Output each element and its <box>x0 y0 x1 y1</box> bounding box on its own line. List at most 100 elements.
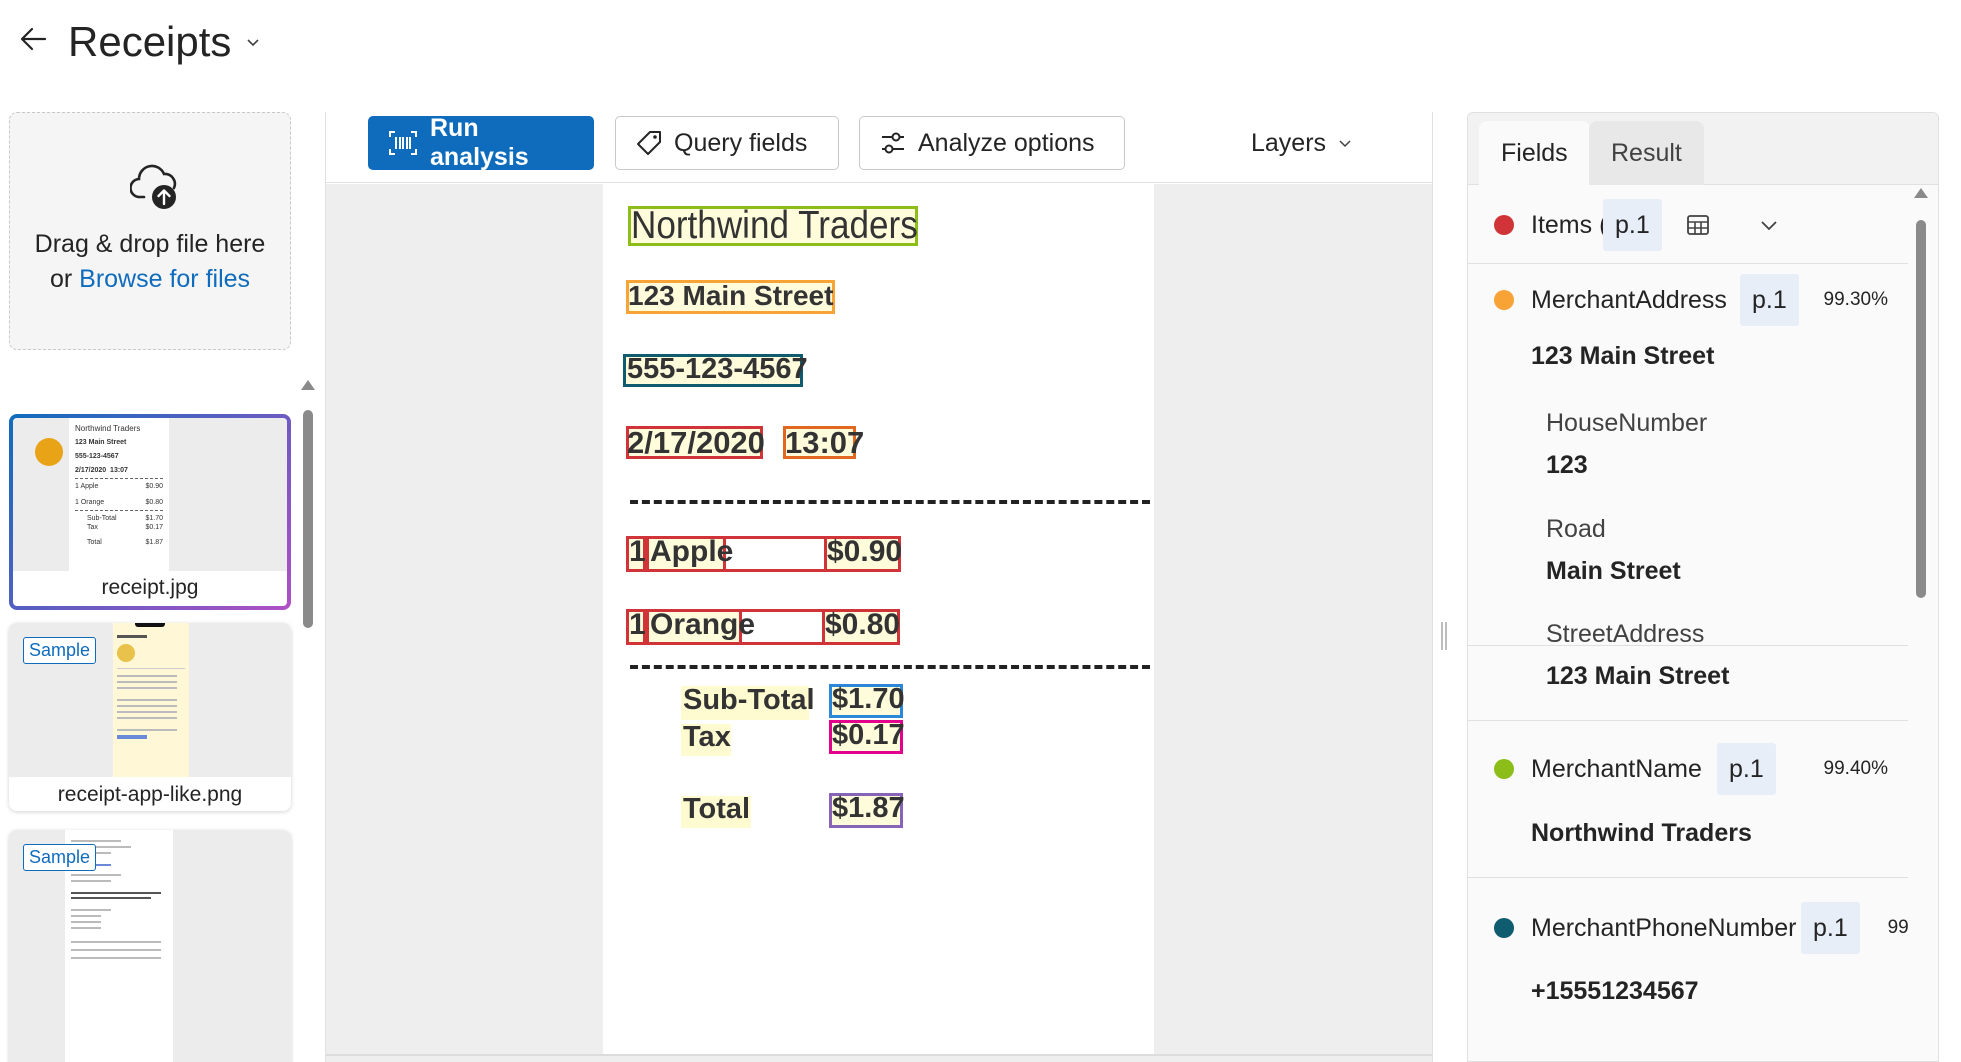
mini-line <box>117 729 177 731</box>
field-header: Items (2) p.1 <box>1468 195 1908 255</box>
mini-line <box>71 915 101 917</box>
page-badge[interactable]: p.1 <box>1717 743 1776 795</box>
fields-list: Items (2) p.1 MerchantAddress p.1 99.30%… <box>1468 186 1908 1061</box>
page-title[interactable]: Receipts <box>68 18 261 66</box>
run-analysis-button[interactable]: Run analysis <box>368 114 594 171</box>
file-list-scrollbar[interactable] <box>301 380 315 1062</box>
field-header: MerchantAddress p.1 99.30% <box>1468 270 1908 330</box>
mini-item-name: 1 Apple <box>75 483 99 490</box>
field-color-dot <box>1494 215 1514 235</box>
chevron-down-icon <box>1339 140 1351 148</box>
tab-fields[interactable]: Fields <box>1479 121 1590 185</box>
chevron-down-icon[interactable] <box>1759 215 1779 235</box>
scroll-up-icon[interactable] <box>301 380 315 390</box>
subfield-value: Main Street <box>1546 557 1681 585</box>
mini-total: $1.87 <box>145 539 163 546</box>
document-viewer-panel: Run analysis Query fields Analyze option… <box>325 112 1433 1062</box>
mini-phone: 555-123-4567 <box>75 453 119 460</box>
mini-line <box>71 874 121 876</box>
mini-tax: $0.17 <box>145 524 163 531</box>
page-badge[interactable]: p.1 <box>1603 199 1662 251</box>
fields-scrollbar[interactable] <box>1913 188 1929 1048</box>
mini-line <box>71 892 161 894</box>
doc-phone: 555-123-4567 <box>627 353 808 385</box>
document-canvas[interactable]: Northwind Traders 123 Main Street 555-12… <box>326 184 1432 1062</box>
scroll-up-icon[interactable] <box>1914 188 1928 198</box>
mini-date: 2/17/2020 <box>75 467 107 474</box>
mini-subtotal-row: Sub-Total $1.70 <box>75 514 163 523</box>
toolbar: Run analysis Query fields Analyze option… <box>326 112 1432 183</box>
page-title-text: Receipts <box>68 18 232 65</box>
mini-line <box>117 675 177 677</box>
mini-line <box>71 949 161 951</box>
doc-item-qty: 1 <box>629 535 646 568</box>
mini-line <box>117 687 177 689</box>
field-merchant-address[interactable]: MerchantAddress p.1 99.30% 123 Main Stre… <box>1468 265 1908 648</box>
confidence-score: 99.40% <box>1823 758 1888 779</box>
page-header: Receipts <box>0 0 1961 88</box>
receipt-divider <box>630 665 1150 669</box>
file-thumbnail-receipt[interactable]: Northwind Traders 123 Main Street 555-12… <box>9 414 291 610</box>
doc-merchant-name: Northwind Traders <box>631 204 918 247</box>
doc-item-name: Apple <box>650 535 734 568</box>
field-merchant-phone[interactable]: MerchantPhoneNumber p.1 99. +15551234567 <box>1468 878 1908 1061</box>
sample-badge: Sample <box>23 637 97 664</box>
mini-receipt: Northwind Traders 123 Main Street 555-12… <box>69 418 169 571</box>
results-tabs: Fields Result <box>1468 113 1938 185</box>
analyze-options-label: Analyze options <box>918 128 1095 157</box>
field-value: 123 Main Street <box>1531 342 1715 370</box>
run-analysis-label: Run analysis <box>430 114 529 171</box>
layers-dropdown[interactable]: Layers <box>1231 116 1371 170</box>
subfield-label: HouseNumber <box>1546 409 1708 437</box>
back-arrow-icon[interactable] <box>18 24 48 54</box>
layers-label: Layers <box>1251 128 1327 157</box>
panel-resize-handle[interactable] <box>1441 622 1447 650</box>
page-badge[interactable]: p.1 <box>1740 274 1799 326</box>
subfield-label: Road <box>1546 515 1606 543</box>
file-thumbnail-receipt-app[interactable]: Sample receipt-app-like.png <box>9 623 291 811</box>
field-merchant-name[interactable]: MerchantName p.1 99.40% Northwind Trader… <box>1468 721 1908 878</box>
mini-logo <box>117 644 135 662</box>
viewer-bottom-border <box>326 1054 1432 1056</box>
mini-total-row: Total $1.87 <box>75 538 163 547</box>
browse-line: or Browse for files <box>10 262 290 297</box>
mini-app-receipt <box>113 623 189 777</box>
page-badge[interactable]: p.1 <box>1801 902 1860 954</box>
barcode-scan-icon <box>389 131 417 155</box>
doc-total: $1.87 <box>832 792 905 824</box>
scrollbar-thumb[interactable] <box>1916 220 1926 598</box>
drop-instruction: Drag & drop file here <box>34 230 266 258</box>
confidence-score: 99.30% <box>1823 289 1888 310</box>
query-fields-label: Query fields <box>674 128 808 157</box>
sample-badge: Sample <box>23 844 97 871</box>
mini-line <box>71 957 161 959</box>
thumbnail-preview: Northwind Traders 123 Main Street 555-12… <box>13 418 287 571</box>
field-value: Northwind Traders <box>1531 819 1752 847</box>
field-color-dot <box>1494 759 1514 779</box>
mini-item-price: $0.90 <box>145 483 163 490</box>
query-fields-button[interactable]: Query fields <box>615 116 839 170</box>
table-icon[interactable] <box>1686 213 1710 237</box>
scrollbar-thumb[interactable] <box>303 410 313 628</box>
mini-merchant: Northwind Traders <box>75 424 141 433</box>
options-sliders-icon <box>882 132 904 154</box>
field-header: MerchantName p.1 99.40% <box>1468 739 1908 799</box>
mini-line <box>117 681 177 683</box>
doc-subtotal-label: Sub-Total <box>683 684 815 716</box>
browse-files-link[interactable]: Browse for files <box>79 265 250 293</box>
receipt-document: Northwind Traders 123 Main Street 555-12… <box>603 184 1154 1054</box>
tab-result[interactable]: Result <box>1589 121 1704 185</box>
chevron-down-icon <box>247 39 259 47</box>
doc-total-label: Total <box>683 793 751 825</box>
mini-line <box>71 840 121 842</box>
tag-icon <box>637 131 661 155</box>
file-dropzone[interactable]: Drag & drop file here or Browse for file… <box>9 112 291 350</box>
mini-line <box>117 699 177 701</box>
field-items[interactable]: Items (2) p.1 <box>1468 186 1908 264</box>
file-thumbnail-sample-invoice[interactable]: Sample <box>9 830 291 1062</box>
mini-line <box>117 711 177 713</box>
mini-line <box>71 897 151 899</box>
mini-address: 123 Main Street <box>75 439 127 446</box>
mini-line <box>117 735 147 739</box>
analyze-options-button[interactable]: Analyze options <box>859 116 1125 170</box>
